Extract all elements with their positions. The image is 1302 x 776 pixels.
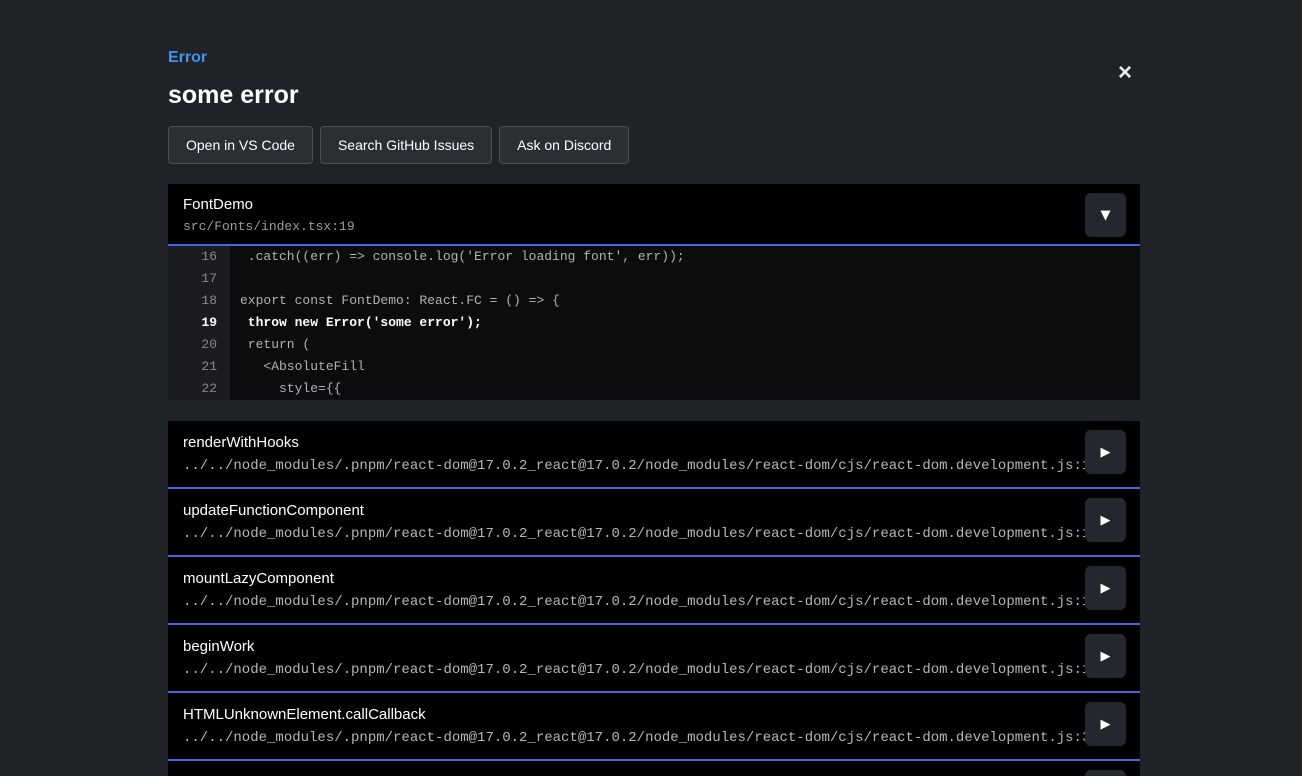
- expand-frame-button[interactable]: ▶: [1085, 770, 1126, 776]
- line-number: 22: [168, 378, 230, 400]
- code-frame-meta: FontDemo src/Fonts/index.tsx:19: [168, 184, 355, 234]
- stack-frame-list: renderWithHooks ../../node_modules/.pnpm…: [168, 421, 1140, 776]
- line-source: return (: [230, 334, 1140, 356]
- chevron-down-icon: ▼: [1101, 209, 1111, 222]
- stack-frame-row: mountLazyComponent ../../node_modules/.p…: [168, 557, 1140, 625]
- stack-frame-name: beginWork: [183, 638, 1085, 656]
- stack-frame-row: beginWork ../../node_modules/.pnpm/react…: [168, 625, 1140, 693]
- code-line: 22 style={{: [168, 378, 1140, 400]
- action-button[interactable]: Ask on Discord: [499, 126, 629, 164]
- line-source: [230, 268, 1140, 290]
- code-frame: FontDemo src/Fonts/index.tsx:19 ▼ 16 .ca…: [168, 184, 1140, 400]
- stack-frame-name: updateFunctionComponent: [183, 502, 1085, 520]
- error-overlay: × Error some error Open in VS Code Searc…: [0, 0, 1302, 776]
- stack-frame-path: ../../node_modules/.pnpm/react-dom@17.0.…: [183, 458, 1085, 474]
- action-button-row: Open in VS Code Search GitHub Issues Ask…: [168, 126, 1140, 164]
- expand-frame-button[interactable]: ▶: [1085, 430, 1126, 474]
- line-number: 21: [168, 356, 230, 378]
- code-frame-location: src/Fonts/index.tsx:19: [183, 219, 355, 234]
- collapse-code-button[interactable]: ▼: [1085, 193, 1126, 237]
- line-number: 19: [168, 312, 230, 334]
- stack-frame-meta: mountLazyComponent ../../node_modules/.p…: [168, 557, 1085, 610]
- stack-frame-name: mountLazyComponent: [183, 570, 1085, 588]
- line-source: export const FontDemo: React.FC = () => …: [230, 290, 1140, 312]
- action-button[interactable]: Search GitHub Issues: [320, 126, 492, 164]
- code-line: 16 .catch((err) => console.log('Error lo…: [168, 246, 1140, 268]
- code-frame-title: FontDemo: [183, 195, 355, 214]
- stack-frame-row: HTMLUnknownElement.callCallback ../../no…: [168, 693, 1140, 761]
- error-content: Error some error Open in VS Code Search …: [168, 0, 1140, 776]
- stack-frame-meta: updateFunctionComponent ../../node_modul…: [168, 489, 1085, 542]
- action-button[interactable]: Open in VS Code: [168, 126, 313, 164]
- line-number: 16: [168, 246, 230, 268]
- stack-frame-meta: renderWithHooks ../../node_modules/.pnpm…: [168, 421, 1085, 474]
- line-number: 18: [168, 290, 230, 312]
- code-line: 20 return (: [168, 334, 1140, 356]
- stack-frame-meta: beginWork ../../node_modules/.pnpm/react…: [168, 625, 1085, 678]
- expand-frame-button[interactable]: ▶: [1085, 566, 1126, 610]
- stack-frame-path: ../../node_modules/.pnpm/react-dom@17.0.…: [183, 730, 1085, 746]
- stack-frame-name: HTMLUnknownElement.callCallback: [183, 706, 1085, 724]
- stack-frame-row: renderWithHooks ../../node_modules/.pnpm…: [168, 421, 1140, 489]
- stack-frame-path: ../../node_modules/.pnpm/react-dom@17.0.…: [183, 662, 1085, 678]
- expand-frame-button[interactable]: ▶: [1085, 498, 1126, 542]
- code-line: 19 throw new Error('some error');: [168, 312, 1140, 334]
- stack-frame-path: ../../node_modules/.pnpm/react-dom@17.0.…: [183, 526, 1085, 542]
- play-icon: ▶: [1101, 446, 1111, 459]
- line-source: <AbsoluteFill: [230, 356, 1140, 378]
- play-icon: ▶: [1101, 718, 1111, 731]
- stack-frame-path: ../../node_modules/.pnpm/react-dom@17.0.…: [183, 594, 1085, 610]
- code-body: 16 .catch((err) => console.log('Error lo…: [168, 246, 1140, 400]
- line-source: style={{: [230, 378, 1140, 400]
- code-line: 17: [168, 268, 1140, 290]
- play-icon: ▶: [1101, 582, 1111, 595]
- stack-frame-row: updateFunctionComponent ../../node_modul…: [168, 489, 1140, 557]
- stack-frame-row-partial: ▶: [168, 761, 1140, 776]
- code-line: 18 export const FontDemo: React.FC = () …: [168, 290, 1140, 312]
- close-icon: ×: [1118, 59, 1132, 86]
- code-line: 21 <AbsoluteFill: [168, 356, 1140, 378]
- line-source: throw new Error('some error');: [230, 312, 1140, 334]
- line-source: .catch((err) => console.log('Error loadi…: [230, 246, 1140, 268]
- code-frame-header: FontDemo src/Fonts/index.tsx:19 ▼: [168, 184, 1140, 246]
- play-icon: ▶: [1101, 650, 1111, 663]
- expand-frame-button[interactable]: ▶: [1085, 634, 1126, 678]
- expand-frame-button[interactable]: ▶: [1085, 702, 1126, 746]
- stack-frame-name: renderWithHooks: [183, 434, 1085, 452]
- close-button[interactable]: ×: [1110, 58, 1140, 88]
- error-type-label: Error: [168, 48, 1140, 68]
- play-icon: ▶: [1101, 514, 1111, 527]
- stack-frame-meta: HTMLUnknownElement.callCallback ../../no…: [168, 693, 1085, 746]
- line-number: 17: [168, 268, 230, 290]
- error-message: some error: [168, 81, 1140, 109]
- line-number: 20: [168, 334, 230, 356]
